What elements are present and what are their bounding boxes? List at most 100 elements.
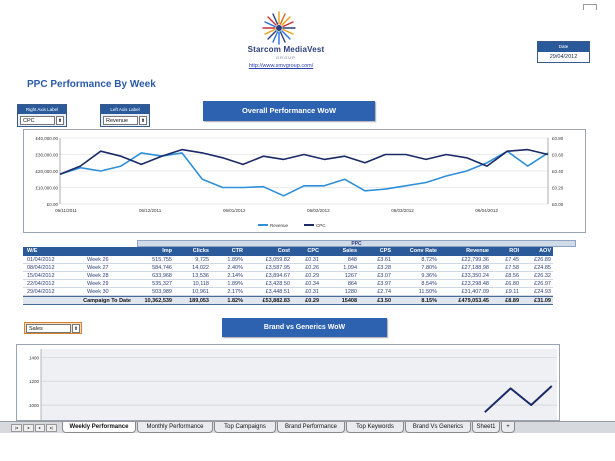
table-cell: 864	[347, 281, 357, 287]
total-revenue: £479,053.45	[458, 298, 489, 304]
table-row: 15/04/2012 Week 28 633,968 13,536 2.14% £3,89…	[23, 272, 553, 280]
table-cell: £3,428.50	[265, 281, 290, 287]
date-label: Date	[538, 42, 589, 52]
table-row: 29/04/2012 Week 30 503,989 10,961 2.17% £3,44…	[23, 288, 553, 296]
table-group-label: PPC	[137, 240, 576, 247]
table-cell: £0.34	[305, 281, 319, 287]
table-cell: £22,799.36	[461, 257, 489, 263]
starcom-logo-icon	[262, 11, 296, 45]
table-cell: £3,059.82	[265, 257, 290, 263]
table-cell: Week 30	[87, 289, 109, 295]
website-link[interactable]: http://www.smvgroup.com/	[236, 63, 326, 69]
series-line-cpc	[59, 148, 549, 176]
brand-vs-generics-button[interactable]: Brand vs Generics WoW	[222, 318, 387, 337]
col-header-sales: Sales	[342, 248, 357, 254]
table-cell: £26.32	[534, 273, 551, 279]
table-cell: 8.54%	[421, 281, 437, 287]
right-axis-tick-label: £0.00	[552, 202, 564, 207]
overall-performance-button[interactable]: Overall Performance WoW	[203, 101, 375, 121]
prev-sheet-icon[interactable]: ◂	[22, 424, 34, 432]
table-cell: £3,448.51	[265, 289, 290, 295]
dropdown-arrow-icon[interactable]: ⬍	[72, 323, 80, 333]
table-cell: £24.93	[534, 289, 551, 295]
x-axis-tick-label: 06/02/2012	[307, 208, 330, 213]
metric-dropdown[interactable]: Sales ⬍	[24, 322, 82, 334]
left-axis-tick-label: £20,000.00	[35, 169, 58, 174]
total-imp: 10,362,539	[144, 298, 172, 304]
plot-area	[41, 349, 557, 420]
tab-top-keywords[interactable]: Top Keywords	[346, 422, 404, 433]
left-axis-label: Left Axis Label	[101, 105, 149, 114]
total-cps: £3.50	[377, 298, 391, 304]
total-cost: £53,882.83	[262, 298, 290, 304]
table-cell: 22/04/2012	[27, 281, 55, 287]
tab-monthly-performance[interactable]: Monthly Performance	[137, 422, 213, 433]
col-header-we: W/E	[27, 248, 38, 254]
next-sheet-icon[interactable]: ▸	[34, 424, 46, 432]
brand-vs-generics-chart: 1400 1200 1000	[16, 344, 560, 421]
tab-brand-performance[interactable]: Brand Performance	[277, 422, 345, 433]
table-cell: £26.89	[534, 257, 551, 263]
table-cell: £7.45	[505, 257, 519, 263]
legend-label: Revenue	[270, 223, 289, 228]
right-axis-dropdown[interactable]: CPC ⬍	[18, 114, 66, 126]
table-cell: 633,968	[152, 273, 172, 279]
dropdown-arrow-icon[interactable]: ⬍	[56, 115, 64, 125]
series-line-revenue	[59, 150, 549, 197]
table-cell: 515,755	[152, 257, 172, 263]
tab-sheet1[interactable]: Sheet1	[472, 422, 500, 433]
brand-chart-svg: 1400 1200 1000	[29, 349, 557, 420]
left-axis-dropdown[interactable]: Revenue ⬍	[101, 114, 149, 126]
first-sheet-icon[interactable]: |◂	[11, 424, 22, 432]
page-title: PPC Performance By Week	[27, 79, 156, 90]
table-cell: 503,989	[152, 289, 172, 295]
table-cell: 1.89%	[227, 257, 243, 263]
date-box: Date 29/04/2012	[537, 41, 590, 63]
status-area	[0, 433, 615, 461]
table-cell: Week 27	[87, 265, 109, 271]
table-cell: 535,327	[152, 281, 172, 287]
col-header-cps: CPS	[379, 248, 391, 254]
date-value[interactable]: 29/04/2012	[538, 52, 589, 62]
metric-value[interactable]: Sales	[26, 323, 71, 333]
col-header-ctr: CTR	[231, 248, 243, 254]
right-axis-tick-label: £0.20	[552, 186, 564, 191]
table-header: W/E Imp Clicks CTR Cost CPC Sales CPS Co…	[23, 247, 553, 256]
table-cell: 1,094	[343, 265, 357, 271]
table-cell: 9,725	[195, 257, 209, 263]
left-axis-tick-label: £0.00	[47, 202, 59, 207]
table-cell: £0.31	[305, 257, 319, 263]
y-axis-tick-label: 1200	[29, 379, 40, 384]
tab-top-campaigns[interactable]: Top Campaigns	[214, 422, 276, 433]
left-axis-value[interactable]: Revenue	[103, 115, 138, 125]
table-cell: 1.89%	[227, 281, 243, 287]
table-cell: £3.28	[377, 265, 391, 271]
table-cell: 08/04/2012	[27, 265, 55, 271]
table-cell: 29/04/2012	[27, 289, 55, 295]
col-header-imp: Imp	[162, 248, 172, 254]
table-cell: £3.97	[377, 281, 391, 287]
table-cell: 1280	[344, 289, 357, 295]
table-cell: 10,961	[192, 289, 209, 295]
sheet-navigation: |◂ ◂ ▸ ▸|	[11, 424, 57, 432]
left-axis-tick-label: £40,000.00	[35, 136, 58, 141]
table-cell: 2.17%	[227, 289, 243, 295]
overall-performance-chart: £40,000.00 £0.80 £30,000.00 £0.60 £20,000.00…	[23, 129, 586, 233]
table-cell: £9.11	[505, 289, 519, 295]
table-row: 08/04/2012 Week 27 584,746 14,022 2.40% £3,58…	[23, 264, 553, 272]
table-cell: £31,407.09	[461, 289, 489, 295]
x-axis-tick-label: 06/01/2012	[223, 208, 246, 213]
dropdown-arrow-icon[interactable]: ⬍	[139, 115, 147, 125]
tab-weekly-performance[interactable]: Weekly Performance	[62, 422, 136, 433]
last-sheet-icon[interactable]: ▸|	[46, 424, 57, 432]
right-axis-value[interactable]: CPC	[20, 115, 55, 125]
y-axis-tick-label: 1400	[29, 355, 40, 360]
table-cell: £2.74	[377, 289, 391, 295]
table-cell: £0.29	[305, 273, 319, 279]
add-sheet-button[interactable]: +	[501, 422, 515, 433]
table-cell: £23,298.48	[461, 281, 489, 287]
x-axis-tick-label: 06/03/2012	[391, 208, 414, 213]
tab-brand-vs-generics[interactable]: Brand Vs Generics	[405, 422, 471, 433]
total-roi: £8.89	[505, 298, 519, 304]
sheet-tab-bar: |◂ ◂ ▸ ▸| Weekly Performance Monthly Per…	[0, 421, 615, 433]
